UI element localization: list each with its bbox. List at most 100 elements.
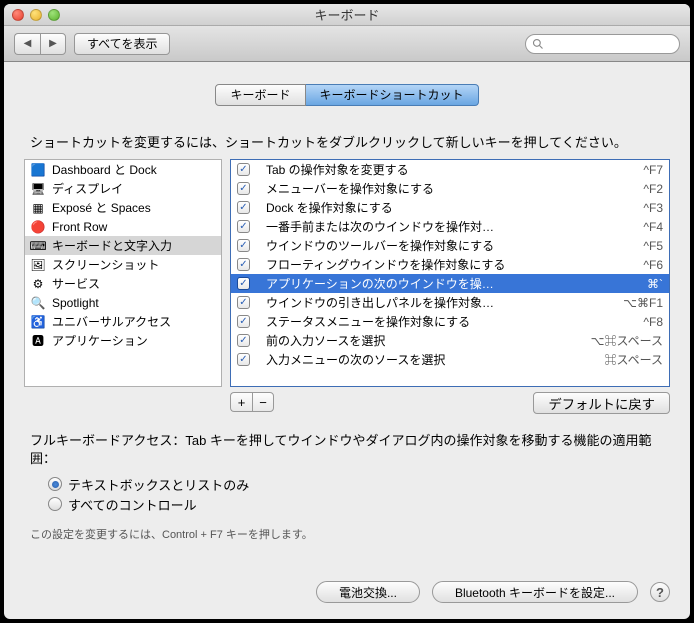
shortcut-row[interactable]: ✓ ウインドウのツールバーを操作対象にする ^F5 [231,236,669,255]
zoom-icon[interactable] [48,9,60,21]
category-list[interactable]: 🟦 Dashboard と Dock🖥ディスプレイ ▦ Exposé と Spaces… [24,159,222,387]
radio-label: すべてのコントロール [68,495,197,514]
checkbox-icon[interactable]: ✓ [237,182,250,195]
window-title: キーボード [4,5,690,24]
forward-button[interactable]: ▶ [40,33,66,55]
checkbox-icon[interactable]: ✓ [237,296,250,309]
category-icon: ▦ [30,200,46,216]
add-button[interactable]: + [230,392,252,412]
checkbox-icon[interactable]: ✓ [237,315,250,328]
category-icon: 🔴 [30,219,46,235]
radio-icon [48,497,62,511]
instruction-text: ショートカットを変更するには、ショートカットをダブルクリックして新しいキーを押し… [4,132,690,159]
checkbox-icon[interactable]: ✓ [237,201,250,214]
category-item[interactable]: 🖼 スクリーンショット [25,255,221,274]
shortcut-row[interactable]: ✓一番手前または次のウインドウを操作対…^F4 [231,217,669,236]
category-item[interactable]: 🔍 Spotlight [25,293,221,312]
shortcut-label: ステータスメニューを操作対象にする [258,313,635,330]
show-all-button[interactable]: すべてを表示 [74,33,170,55]
fka-description: フルキーボードアクセス：Tab キーを押してウインドウやダイアログ内の操作対象を… [4,414,690,474]
shortcut-key: ⌥⌘スペース [591,332,663,349]
tab-keyboard[interactable]: キーボード [215,84,305,106]
shortcut-label: アプリケーションの次のウインドウを操… [258,275,639,292]
battery-button[interactable]: 電池交換... [316,581,420,603]
radio-all-controls[interactable]: すべてのコントロール [48,494,664,514]
shortcut-row[interactable]: ✓ ウインドウの引き出しパネルを操作対象… ⌥⌘F1 [231,293,669,312]
category-label: ユニバーサルアクセス [52,313,171,330]
shortcut-row[interactable]: ✓ Tab の操作対象を変更する ^F7 [231,160,669,179]
checkbox-icon[interactable]: ✓ [237,220,250,233]
shortcut-key: ⌘` [647,277,663,291]
category-label: Dashboard と Dock [52,161,157,178]
checkbox-icon[interactable]: ✓ [237,353,250,366]
tab-shortcuts[interactable]: キーボードショートカット [306,84,479,106]
shortcut-label: 前の入力ソースを選択 [258,332,583,349]
add-remove-buttons: + − [230,392,274,414]
category-label: Exposé と Spaces [52,199,151,216]
bottom-bar: 電池交換... Bluetooth キーボードを設定... ? [4,581,690,603]
category-item[interactable]: 🔴Front Row [25,217,221,236]
bluetooth-setup-button[interactable]: Bluetooth キーボードを設定... [432,581,638,603]
minimize-icon[interactable] [30,9,42,21]
shortcut-label: ウインドウのツールバーを操作対象にする [258,237,635,254]
shortcut-label: Tab の操作対象を変更する [258,161,635,178]
fka-radio-group: テキストボックスとリストのみ すべてのコントロール [4,474,690,526]
shortcut-row[interactable]: ✓ ステータスメニューを操作対象にする ^F8 [231,312,669,331]
category-item[interactable]: 🖥ディスプレイ [25,179,221,198]
restore-defaults-button[interactable]: デフォルトに戻す [533,392,670,414]
category-item[interactable]: 🅰アプリケーション [25,331,221,350]
checkbox-icon[interactable]: ✓ [237,277,250,290]
titlebar: キーボード [4,4,690,26]
shortcut-list[interactable]: ✓ Tab の操作対象を変更する ^F7 ✓メニューバーを操作対象にする^F2✓Doc… [230,159,670,387]
category-label: アプリケーション [52,332,148,349]
checkbox-icon[interactable]: ✓ [237,239,250,252]
shortcut-key: ^F5 [643,239,663,253]
category-label: Spotlight [52,296,99,310]
search-input[interactable] [525,34,680,54]
category-item[interactable]: ♿ ユニバーサルアクセス [25,312,221,331]
category-icon: 🖼 [30,257,46,273]
checkbox-icon[interactable]: ✓ [237,163,250,176]
radio-text-lists[interactable]: テキストボックスとリストのみ [48,474,664,494]
help-button[interactable]: ? [650,582,670,602]
category-icon: 🖥 [30,181,46,197]
back-button[interactable]: ◀ [14,33,40,55]
preferences-window: キーボード ◀ ▶ すべてを表示 キーボード キーボードショートカット ショート… [4,4,690,619]
category-icon: 🟦 [30,162,46,178]
category-icon: ⚙ [30,276,46,292]
shortcut-key: ^F7 [643,163,663,177]
fka-hint: この設定を変更するには、Control + F7 キーを押します。 [4,526,690,542]
category-item[interactable]: 🟦 Dashboard と Dock [25,160,221,179]
category-icon: ♿ [30,314,46,330]
shortcut-key: ^F8 [643,315,663,329]
category-label: スクリーンショット [52,256,159,273]
shortcut-row[interactable]: ✓入力メニューの次のソースを選択⌘スペース [231,350,669,369]
toolbar: ◀ ▶ すべてを表示 [4,26,690,62]
category-label: サービス [52,275,100,292]
category-icon: 🔍 [30,295,46,311]
tab-bar: キーボード キーボードショートカット [4,84,690,106]
shortcut-key: ^F3 [643,201,663,215]
shortcut-row[interactable]: ✓ アプリケーションの次のウインドウを操… ⌘` [231,274,669,293]
shortcut-row[interactable]: ✓ 前の入力ソースを選択 ⌥⌘スペース [231,331,669,350]
shortcut-row[interactable]: ✓フローティングウインドウを操作対象にする^F6 [231,255,669,274]
shortcut-key: ^F6 [643,258,663,272]
shortcut-label: ウインドウの引き出しパネルを操作対象… [258,294,615,311]
checkbox-icon[interactable]: ✓ [237,334,250,347]
category-item[interactable]: ▦ Exposé と Spaces [25,198,221,217]
shortcut-key: ^F4 [643,220,663,234]
remove-button[interactable]: − [252,392,274,412]
shortcut-row[interactable]: ✓Dock を操作対象にする^F3 [231,198,669,217]
nav-buttons: ◀ ▶ [14,33,66,55]
category-item[interactable]: ⚙ サービス [25,274,221,293]
radio-icon [48,477,62,491]
category-item[interactable]: ⌨キーボードと文字入力 [25,236,221,255]
shortcut-row[interactable]: ✓メニューバーを操作対象にする^F2 [231,179,669,198]
content-area: キーボード キーボードショートカット ショートカットを変更するには、ショートカッ… [4,62,690,542]
category-icon: ⌨ [30,238,46,254]
shortcut-label: 入力メニューの次のソースを選択 [258,351,596,368]
close-icon[interactable] [12,9,24,21]
shortcut-key: ⌥⌘F1 [623,296,663,310]
checkbox-icon[interactable]: ✓ [237,258,250,271]
shortcut-key: ^F2 [643,182,663,196]
